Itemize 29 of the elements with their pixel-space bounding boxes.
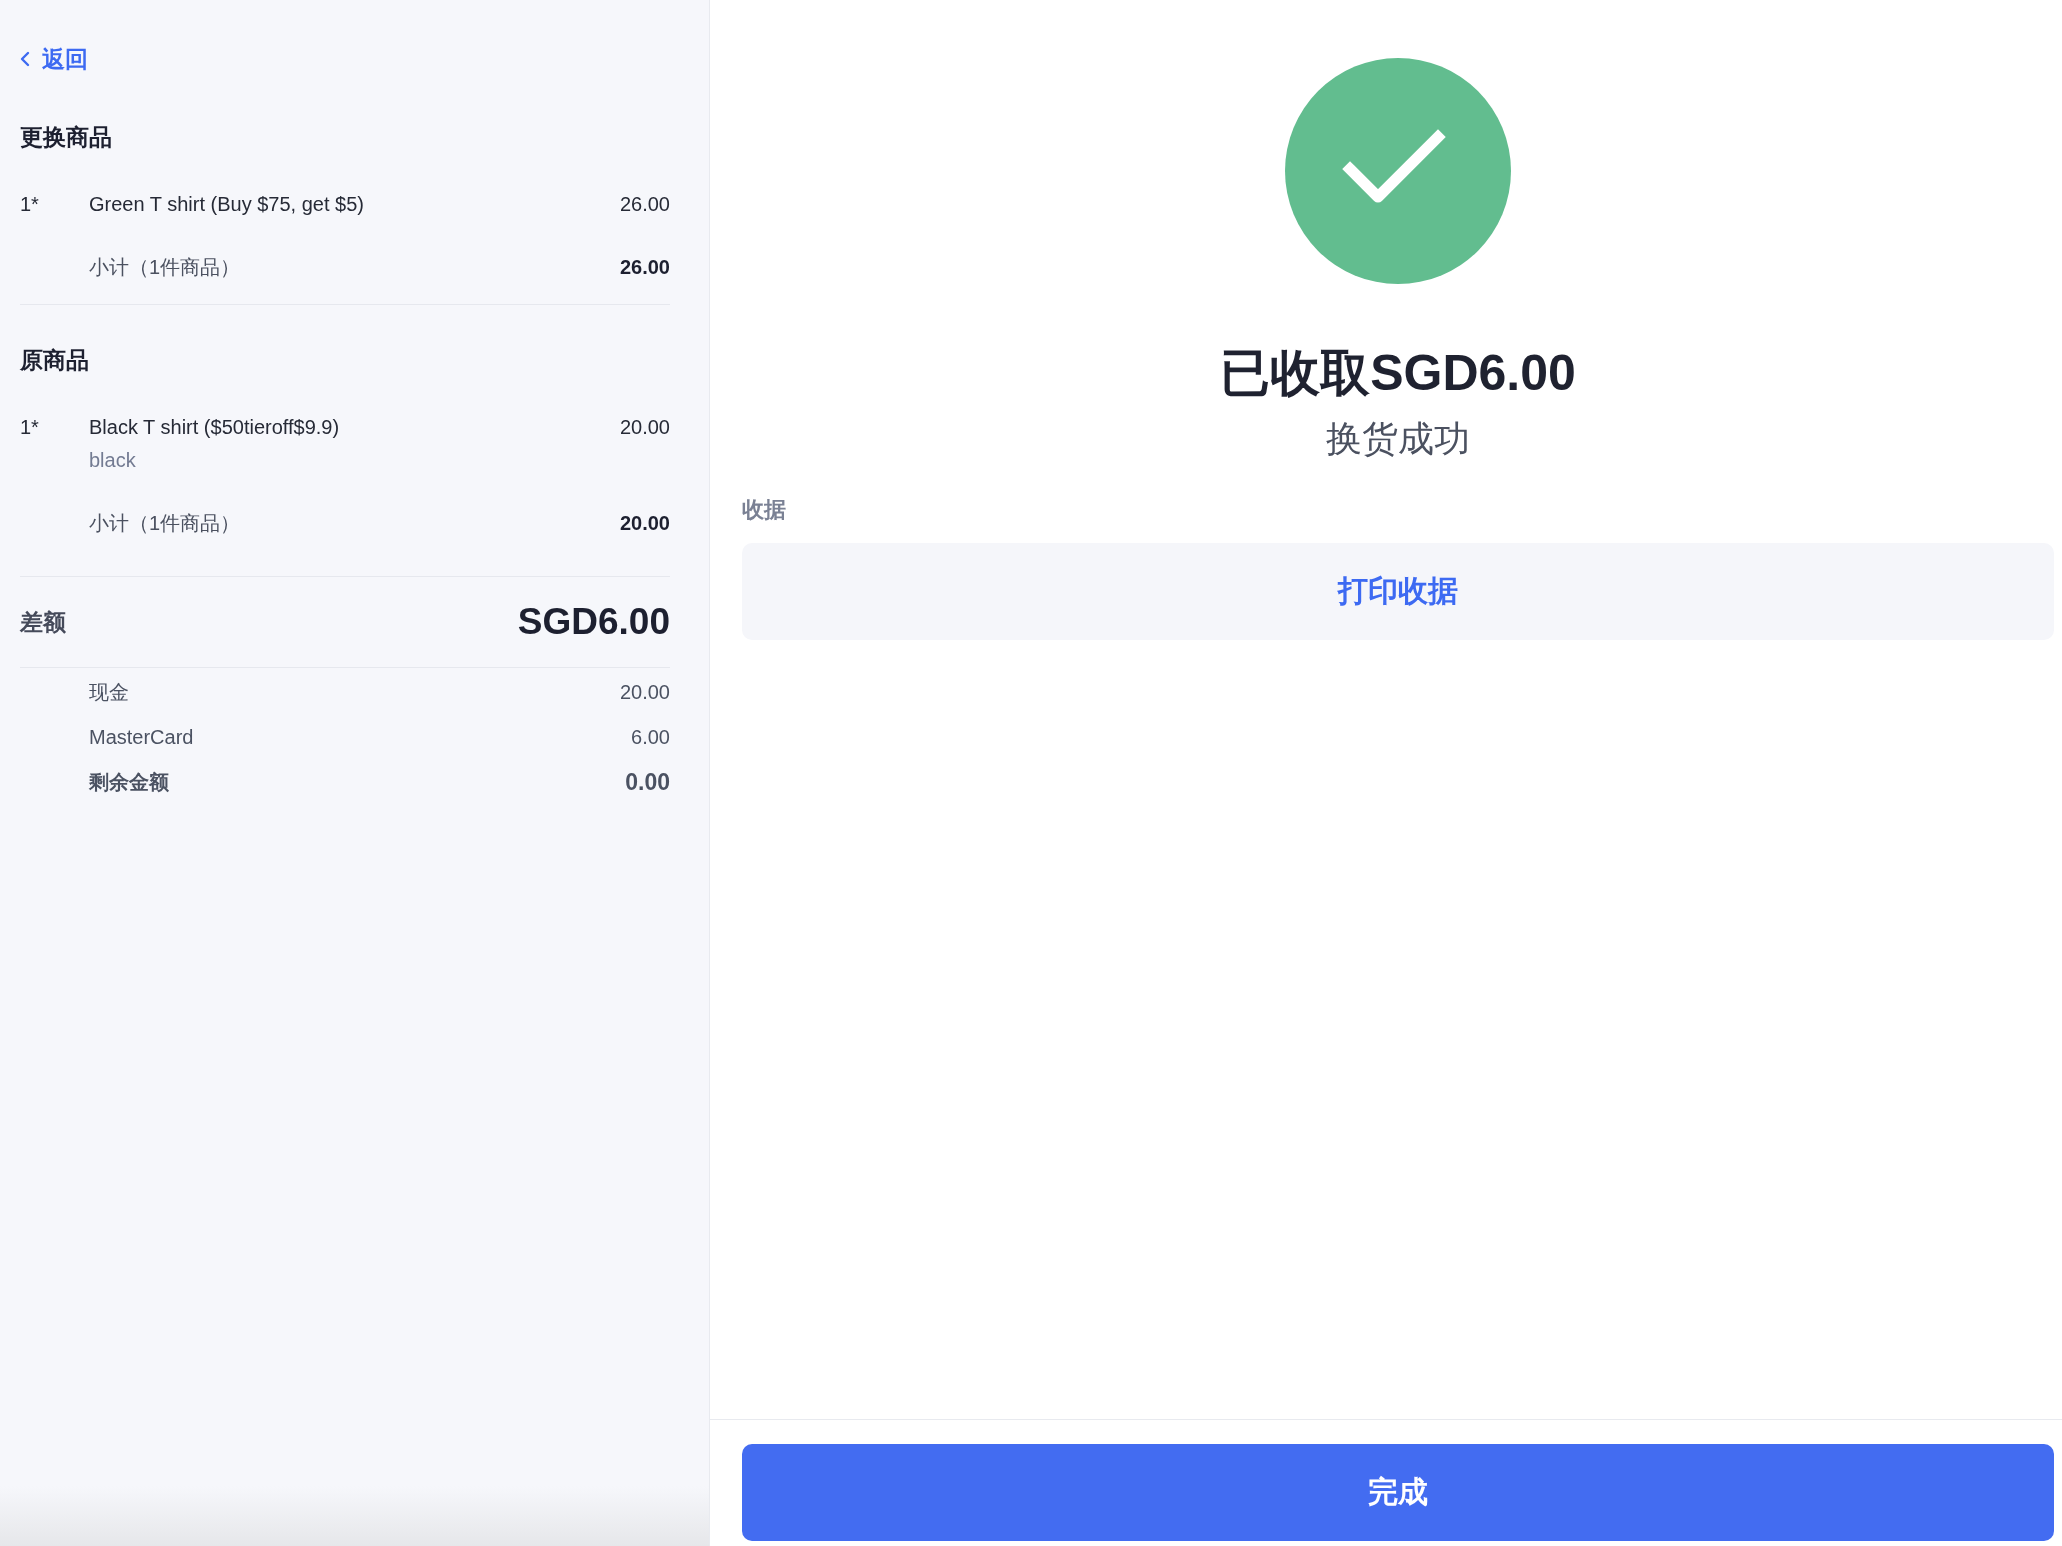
success-check-icon: [1285, 58, 1511, 284]
section-heading: 更换商品: [20, 123, 113, 152]
success-title: 已收取SGD6.00: [1220, 344, 1576, 403]
payment-label: MasterCard: [89, 725, 194, 750]
item-variant: black: [89, 448, 136, 473]
chevron-left-icon: [20, 51, 30, 67]
item-quantity: 1*: [20, 415, 40, 440]
item-quantity: 1*: [20, 192, 40, 217]
remaining-amount: 0.00: [625, 768, 670, 796]
section-heading: 原商品: [20, 346, 90, 375]
payment-amount: 6.00: [631, 725, 670, 750]
subtotal-amount: 20.00: [619, 511, 670, 536]
success-subtitle: 换货成功: [1326, 417, 1470, 461]
payment-label: 现金: [89, 680, 129, 705]
item-price: 26.00: [619, 192, 670, 217]
item-name: Black T shirt ($50tieroff$9.9): [89, 415, 340, 440]
subtotal-label: 小计（1件商品）: [89, 511, 241, 536]
difference-label: 差额: [20, 608, 66, 637]
remaining-label: 剩余金额: [89, 770, 169, 795]
receipt-label: 收据: [742, 496, 787, 524]
done-button[interactable]: 完成: [742, 1444, 2054, 1541]
item-price: 20.00: [619, 415, 670, 440]
subtotal-label: 小计（1件商品）: [89, 255, 241, 280]
payment-amount: 20.00: [619, 680, 670, 705]
subtotal-amount: 26.00: [619, 255, 670, 280]
difference-amount: SGD6.00: [517, 600, 670, 644]
back-link[interactable]: 返回: [20, 44, 88, 74]
item-name: Green T shirt (Buy $75, get $5): [89, 192, 364, 217]
print-receipt-button[interactable]: 打印收据: [742, 543, 2054, 640]
